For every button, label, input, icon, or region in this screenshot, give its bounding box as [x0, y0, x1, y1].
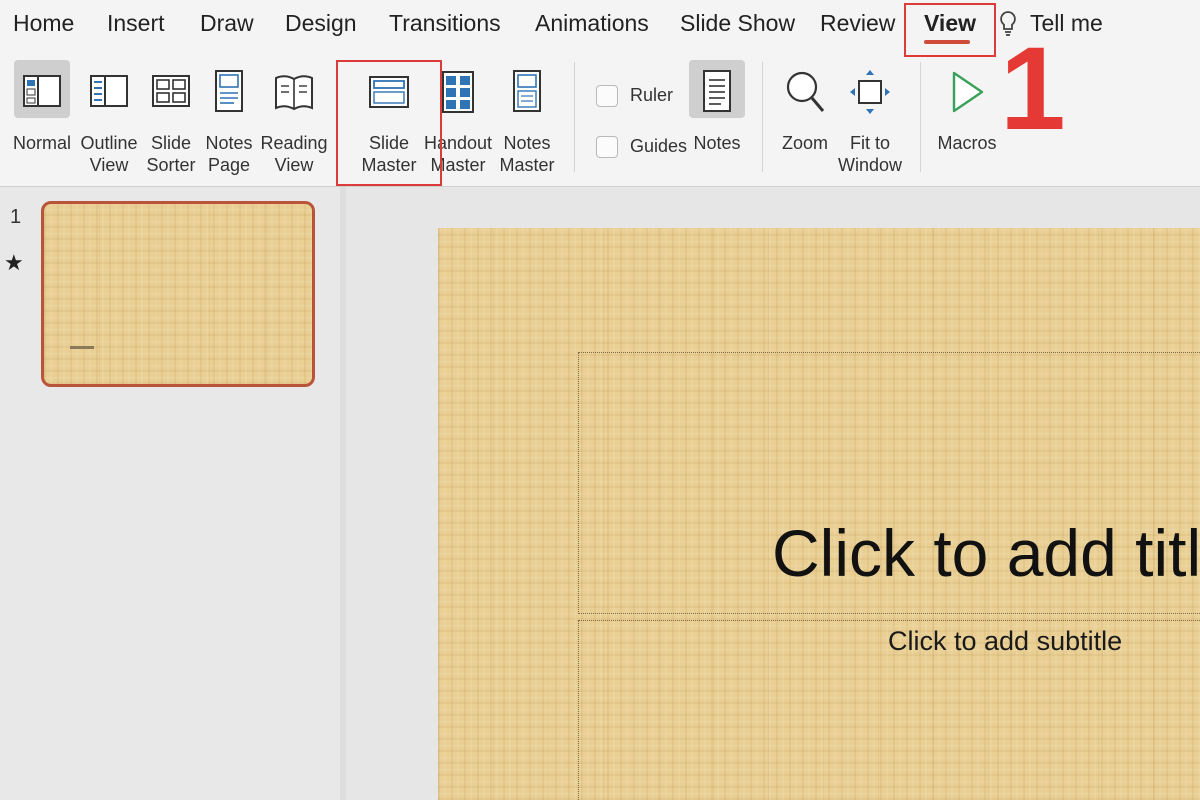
ribbon-separator	[574, 62, 575, 172]
ribbon-separator	[920, 62, 921, 172]
slide-sorter-label: Slide Sorter	[146, 133, 196, 175]
notes-page-button[interactable]: Notes Page	[202, 48, 256, 186]
fit-to-window-button[interactable]: Fit to Window	[836, 48, 904, 186]
outline-view-icon	[88, 68, 130, 116]
tab-animations[interactable]: Animations	[535, 10, 649, 37]
tab-home[interactable]: Home	[13, 10, 74, 37]
notes-label: Notes	[693, 133, 741, 153]
normal-view-icon	[21, 68, 63, 116]
zoom-label: Zoom	[781, 133, 828, 153]
notes-page-icon	[208, 68, 250, 116]
outline-view-button[interactable]: Outline View	[78, 48, 140, 186]
subtitle-placeholder-text: Click to add subtitle	[888, 626, 1123, 656]
slide-sorter-button[interactable]: Slide Sorter	[142, 48, 200, 186]
notes-master-button[interactable]: Notes Master	[494, 48, 560, 186]
magnifier-icon	[784, 68, 826, 116]
tab-draw[interactable]: Draw	[200, 10, 254, 37]
reading-view-icon	[273, 68, 315, 116]
normal-view-button[interactable]: Normal	[10, 48, 74, 186]
star-icon: ★	[4, 250, 24, 275]
fit-to-window-label: Fit to Window	[837, 133, 903, 175]
tab-design[interactable]: Design	[285, 10, 357, 37]
reading-view-label: Reading View	[260, 133, 328, 175]
slide-master-highlight	[336, 60, 442, 186]
zoom-button[interactable]: Zoom	[774, 48, 836, 186]
slide-sorter-icon	[150, 68, 192, 116]
tab-slide-show[interactable]: Slide Show	[680, 10, 795, 37]
step-1-marker: 1	[1000, 23, 1066, 155]
ribbon-separator	[762, 62, 763, 172]
tab-review[interactable]: Review	[820, 10, 895, 37]
notes-master-icon	[506, 68, 548, 116]
handout-master-icon	[437, 68, 479, 116]
macros-button[interactable]: Macros	[934, 48, 1000, 186]
tab-insert[interactable]: Insert	[107, 10, 165, 37]
macros-label: Macros	[937, 133, 997, 153]
normal-view-label: Normal	[12, 133, 71, 153]
outline-view-label: Outline View	[80, 133, 138, 175]
ruler-checkbox[interactable]	[596, 85, 618, 107]
slide-number: 1	[10, 206, 22, 228]
play-icon	[946, 68, 988, 116]
slide-thumbnail[interactable]	[41, 201, 315, 387]
title-placeholder-text: Click to add title	[772, 516, 1200, 590]
notes-page-label: Notes Page	[205, 133, 253, 175]
view-tab-highlight	[904, 3, 996, 57]
notes-toggle-button[interactable]: Notes	[686, 48, 748, 186]
reading-view-button[interactable]: Reading View	[260, 48, 328, 186]
tab-transitions[interactable]: Transitions	[389, 10, 501, 37]
notes-master-label: Notes Master	[499, 133, 555, 175]
guides-label: Guides	[630, 136, 688, 156]
notes-icon	[696, 68, 738, 116]
guides-checkbox[interactable]	[596, 136, 618, 158]
fit-to-window-icon	[849, 68, 891, 116]
thumbnail-text-mark	[70, 346, 94, 349]
app-window: Home Insert Draw Design Transitions Anim…	[0, 0, 1200, 800]
ruler-label: Ruler	[630, 85, 674, 105]
